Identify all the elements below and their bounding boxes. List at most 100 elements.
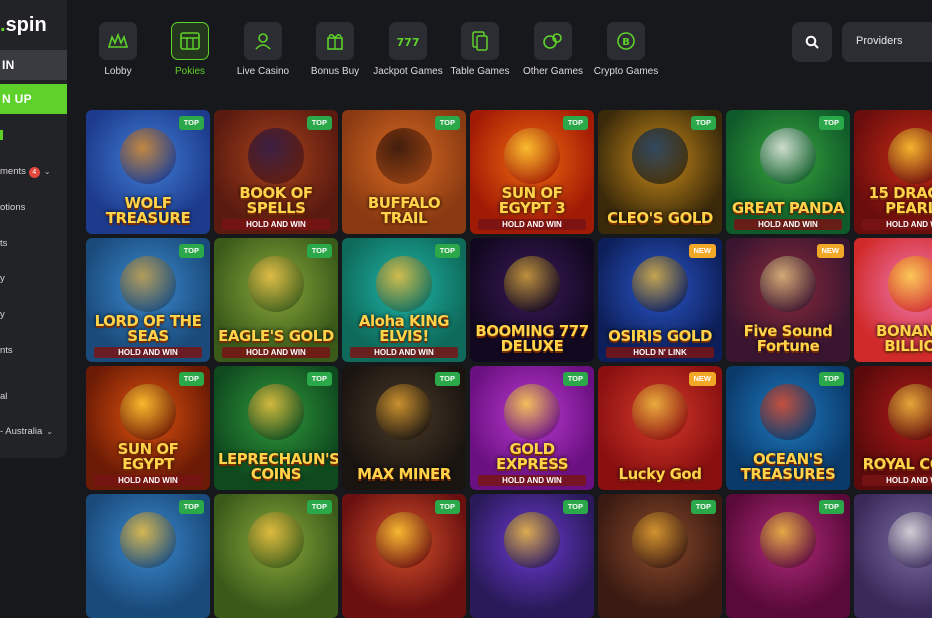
tab-pokies[interactable]: Pokies [155,22,225,78]
top-badge: TOP [306,116,332,130]
tab-label: Other Games [522,66,584,77]
tab-label: Pokies [174,66,205,77]
sidebar-item-3[interactable]: ts [0,238,7,249]
site-logo[interactable]: .spin [0,14,47,37]
game-tile[interactable]: TOP [470,494,594,618]
new-badge: NEW [688,372,716,386]
sidebar-item-promotions[interactable]: otions [0,202,25,213]
game-tile[interactable]: WOLF TREASURE TOP [86,110,210,234]
new-badge: NEW [816,244,844,258]
game-art-figure [504,128,560,184]
language-selector[interactable]: - Australia ⌄ [0,426,53,437]
sidebar: .spin IN N UP ments 4 ⌄ otions ts y y nts … [0,0,67,458]
game-subtitle: HOLD AND WIN [94,347,202,358]
sidebar-item-5[interactable]: y [0,309,5,320]
game-art-figure [248,512,304,568]
crypto-icon: B [607,22,645,60]
tab-jackpot[interactable]: 777 Jackpot Games [373,22,443,78]
game-art-figure [376,256,432,312]
sidebar-item-4[interactable]: y [0,273,5,284]
providers-dropdown[interactable]: Providers [842,22,932,62]
game-tile[interactable]: EAGLE'S GOLD HOLD AND WIN TOP [214,238,338,362]
game-subtitle: HOLD AND WIN [222,347,330,358]
top-badge: TOP [434,244,460,258]
game-art-figure [760,384,816,440]
top-badge: TOP [562,372,588,386]
game-art-figure [760,512,816,568]
sidebar-item-tournaments[interactable]: ments 4 ⌄ [0,166,51,178]
game-title: BONANZA BILLION [876,322,932,355]
game-tile[interactable]: LORD OF THE SEAS HOLD AND WIN TOP [86,238,210,362]
game-tile[interactable]: OCEAN'S TREASURES TOP [726,366,850,490]
signup-button[interactable]: N UP [0,84,67,114]
game-tile[interactable]: Five Sound Fortune NEW [726,238,850,362]
game-art-figure [248,384,304,440]
tab-live-casino[interactable]: Live Casino [228,22,298,78]
game-tile[interactable]: GREAT PANDA HOLD AND WIN TOP [726,110,850,234]
game-title: OCEAN'S TREASURES [740,450,836,483]
top-badge: TOP [690,116,716,130]
game-tile[interactable]: TOP [342,494,466,618]
game-tile[interactable] [854,494,932,618]
game-subtitle: HOLD AND WIN [222,219,330,230]
game-tile[interactable]: MAX MINER TOP [342,366,466,490]
game-title: ROYAL COINS [862,455,932,473]
svg-text:B: B [622,37,630,48]
game-art-figure [632,384,688,440]
game-art-figure [888,384,932,440]
top-badge: TOP [178,244,204,258]
top-badge: TOP [562,500,588,514]
game-tile[interactable]: BUFFALO TRAIL TOP [342,110,466,234]
game-tile[interactable]: LEPRECHAUN'S COINS TOP [214,366,338,490]
game-tile[interactable]: BOOMING 777 DELUXE [470,238,594,362]
game-art-figure [632,128,688,184]
game-tile[interactable]: TOP [214,494,338,618]
search-icon [805,35,819,49]
game-art-figure [504,256,560,312]
tab-label: Crypto Games [593,66,659,77]
sidebar-item-7[interactable]: al [0,391,7,402]
game-art-figure [248,128,304,184]
top-badge: TOP [562,116,588,130]
sidebar-item-6[interactable]: nts [0,345,13,356]
game-subtitle: HOLD AND WIN [94,475,202,486]
login-button[interactable]: IN [0,50,67,80]
game-tile[interactable]: GOLD EXPRESS HOLD AND WIN TOP [470,366,594,490]
game-title: Five Sound Fortune [743,322,833,355]
game-art-figure [888,256,932,312]
top-badge: TOP [818,500,844,514]
tab-table-games[interactable]: Table Games [445,22,515,78]
game-tile[interactable]: Lucky God NEW [598,366,722,490]
game-tile[interactable]: SUN OF EGYPT HOLD AND WIN TOP [86,366,210,490]
game-subtitle: HOLD AND WIN [478,475,586,486]
new-badge: NEW [688,244,716,258]
game-tile[interactable]: TOP [86,494,210,618]
game-tile[interactable]: SUN OF EGYPT 3 HOLD AND WIN TOP [470,110,594,234]
top-badge: TOP [818,116,844,130]
game-subtitle: HOLD AND WIN [862,475,932,486]
game-tile[interactable]: CLEO'S GOLD TOP [598,110,722,234]
game-title: LEPRECHAUN'S COINS [218,450,338,483]
tab-lobby[interactable]: Lobby [83,22,153,78]
game-art-figure [760,256,816,312]
game-tile[interactable]: ROYAL COINS HOLD AND WIN [854,366,932,490]
game-tile[interactable]: BOOK OF SPELLS HOLD AND WIN TOP [214,110,338,234]
game-subtitle: HOLD AND WIN [734,219,842,230]
game-tile[interactable]: Aloha KING ELVIS! HOLD AND WIN TOP [342,238,466,362]
top-badge: TOP [306,244,332,258]
game-tile[interactable]: TOP [726,494,850,618]
game-art-figure [248,256,304,312]
tab-bonus-buy[interactable]: Bonus Buy [300,22,370,78]
game-art-figure [760,128,816,184]
tab-other-games[interactable]: Other Games [518,22,588,78]
bonus-buy-icon [316,22,354,60]
game-tile[interactable]: 15 DRAGON PEARLS HOLD AND WIN [854,110,932,234]
game-title: BOOMING 777 DELUXE [475,322,589,355]
table-games-icon [461,22,499,60]
game-tile[interactable]: OSIRIS GOLD HOLD N' LINK NEW [598,238,722,362]
game-tile[interactable]: TOP [598,494,722,618]
tab-crypto[interactable]: B Crypto Games [591,22,661,78]
search-button[interactable] [792,22,832,62]
top-badge: TOP [178,500,204,514]
game-tile[interactable]: BONANZA BILLION [854,238,932,362]
